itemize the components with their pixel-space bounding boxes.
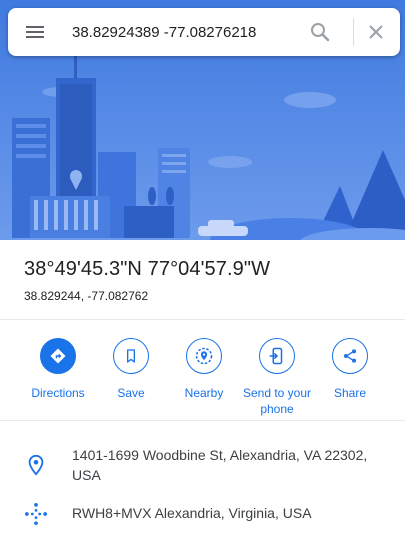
nearby-label: Nearby xyxy=(184,386,224,400)
close-x-icon[interactable] xyxy=(364,20,388,44)
nearby-icon xyxy=(186,338,222,374)
magnifier-icon[interactable] xyxy=(308,20,332,44)
plus-code-row[interactable]: RWH8+MVX Alexandria, Virginia, USA xyxy=(0,500,405,528)
hamburger-menu-icon[interactable] xyxy=(22,20,50,44)
place-decimal-coordinates: 38.829244, -77.082762 xyxy=(24,289,149,303)
plus-code-icon xyxy=(25,502,47,525)
share-icon xyxy=(332,338,368,374)
directions-label: Directions xyxy=(31,386,85,400)
search-input[interactable] xyxy=(72,20,292,44)
location-pin-icon xyxy=(25,454,47,476)
share-button[interactable]: Share xyxy=(310,338,390,401)
share-label: Share xyxy=(333,386,367,400)
save-button[interactable]: Save xyxy=(91,338,171,401)
divider xyxy=(0,319,405,320)
send-to-phone-button[interactable]: Send to your phone xyxy=(237,338,317,417)
nearby-button[interactable]: Nearby xyxy=(164,338,244,401)
send-to-phone-label: Send to your phone xyxy=(242,386,312,416)
address-row[interactable]: 1401-1699 Woodbine St, Alexandria, VA 22… xyxy=(0,440,405,488)
searchbar-divider xyxy=(353,18,354,46)
place-title: 38°49'45.3"N 77°04'57.9"W xyxy=(24,258,271,280)
divider xyxy=(0,420,405,421)
save-label: Save xyxy=(117,386,145,400)
send-to-phone-icon xyxy=(259,338,295,374)
directions-icon xyxy=(40,338,76,374)
bookmark-icon xyxy=(113,338,149,374)
search-bar xyxy=(8,8,400,56)
address-text: 1401-1699 Woodbine St, Alexandria, VA 22… xyxy=(72,447,368,483)
directions-button[interactable]: Directions xyxy=(18,338,98,401)
plus-code-text: RWH8+MVX Alexandria, Virginia, USA xyxy=(72,505,312,521)
